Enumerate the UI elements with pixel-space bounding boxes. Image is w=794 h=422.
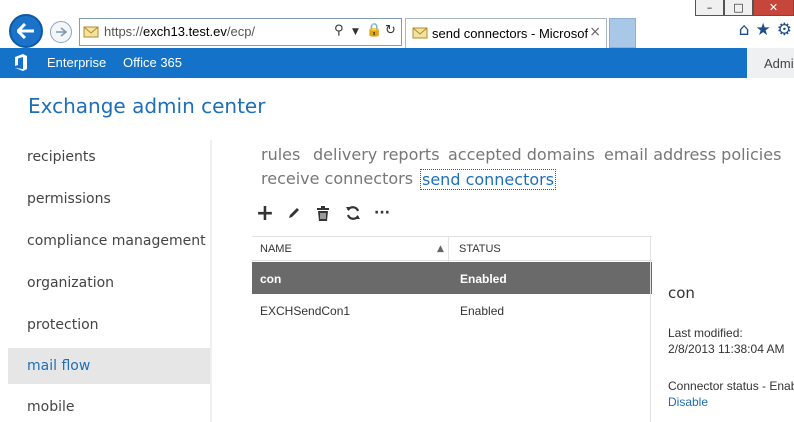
nav-divider: [210, 140, 212, 422]
nav-item-mobile[interactable]: mobile: [8, 389, 210, 422]
table-header: NAME ▲ STATUS: [252, 236, 652, 262]
office-logo-icon[interactable]: [14, 54, 28, 71]
browser-toolbar-icons: ⌂ ★ ⚙: [739, 20, 792, 40]
new-tab-button[interactable]: [609, 18, 636, 48]
nav-item-permissions[interactable]: permissions: [8, 181, 210, 217]
maximize-button[interactable]: □: [724, 0, 753, 16]
row-status: Enabled: [460, 272, 507, 286]
suite-nav-office365[interactable]: Office 365: [123, 55, 182, 70]
table-row[interactable]: con Enabled: [252, 262, 652, 294]
suite-bar: Enterprise Office 365 Admi: [0, 48, 794, 78]
refresh-icon[interactable]: [343, 204, 363, 222]
lock-icon[interactable]: 🔒: [366, 23, 382, 38]
details-title: con: [668, 284, 695, 302]
nav-item-organization[interactable]: organization: [8, 265, 210, 301]
connector-status-label: Connector status - Enab: [668, 379, 794, 393]
nav-item-compliance-management[interactable]: compliance management: [8, 223, 210, 259]
row-name: EXCHSendCon1: [260, 304, 351, 318]
tab-receive-connectors[interactable]: receive connectors: [261, 169, 413, 188]
gear-icon[interactable]: ⚙: [777, 20, 792, 40]
table-row[interactable]: EXCHSendCon1 Enabled: [252, 294, 652, 326]
browser-chrome: https://exch13.test.ev/ecp/ ⚲ ▼ 🔒 ↻ send…: [0, 0, 794, 48]
connectors-table: NAME ▲ STATUS con Enabled EXCHSendCon1 E…: [252, 236, 652, 422]
tab-rules[interactable]: rules: [261, 145, 300, 164]
tab-delivery-reports[interactable]: delivery reports: [313, 145, 440, 164]
delete-icon[interactable]: [313, 204, 333, 222]
window-controls: – □ ✕: [695, 0, 794, 16]
details-divider: [650, 236, 651, 422]
address-bar[interactable]: https://exch13.test.ev/ecp/ ⚲ ▼ 🔒 ↻: [79, 18, 402, 46]
tab-favicon-icon: [412, 27, 428, 39]
tab-close-icon[interactable]: ×: [589, 24, 601, 40]
column-divider: [448, 237, 449, 262]
nav-item-protection[interactable]: protection: [8, 307, 210, 343]
page-favicon-icon: [83, 26, 99, 38]
address-text[interactable]: https://exch13.test.ev/ecp/: [104, 24, 255, 39]
last-modified-label: Last modified:: [668, 326, 743, 340]
forward-button[interactable]: [50, 21, 72, 43]
last-modified-value: 2/8/2013 11:38:04 AM: [668, 342, 785, 356]
suite-nav-enterprise[interactable]: Enterprise: [47, 55, 106, 70]
tab-accepted-domains[interactable]: accepted domains: [448, 145, 595, 164]
disable-link[interactable]: Disable: [668, 395, 708, 409]
sort-ascending-icon[interactable]: ▲: [437, 244, 444, 254]
minimize-button[interactable]: –: [695, 0, 724, 16]
tab-email-address-policies[interactable]: email address policies: [604, 145, 781, 164]
add-icon[interactable]: +: [255, 201, 275, 226]
page-title: Exchange admin center: [28, 94, 266, 118]
home-icon[interactable]: ⌂: [739, 20, 750, 40]
row-status: Enabled: [460, 304, 505, 318]
edit-icon[interactable]: [284, 204, 304, 222]
back-button[interactable]: [9, 14, 43, 48]
tab-title: send connectors - Microsof...: [432, 26, 588, 41]
column-header-status[interactable]: STATUS: [459, 243, 501, 255]
search-icon[interactable]: ⚲: [334, 23, 344, 38]
close-window-button[interactable]: ✕: [753, 0, 794, 16]
row-name: con: [260, 272, 282, 286]
dropdown-icon[interactable]: ▼: [352, 27, 359, 37]
user-menu[interactable]: Admi: [747, 48, 794, 78]
tab-send-connectors[interactable]: send connectors: [420, 169, 557, 190]
more-icon[interactable]: ···: [372, 204, 392, 222]
back-arrow-icon: [17, 23, 34, 39]
column-header-name[interactable]: NAME: [260, 243, 292, 255]
refresh-icon[interactable]: ↻: [385, 23, 396, 38]
nav-item-mail-flow[interactable]: mail flow: [8, 348, 210, 384]
star-icon[interactable]: ★: [756, 20, 771, 40]
browser-tab-active[interactable]: send connectors - Microsof... ×: [405, 18, 607, 48]
forward-arrow-icon: [56, 27, 67, 37]
nav-item-recipients[interactable]: recipients: [8, 139, 210, 175]
user-name: Admi: [764, 56, 794, 71]
